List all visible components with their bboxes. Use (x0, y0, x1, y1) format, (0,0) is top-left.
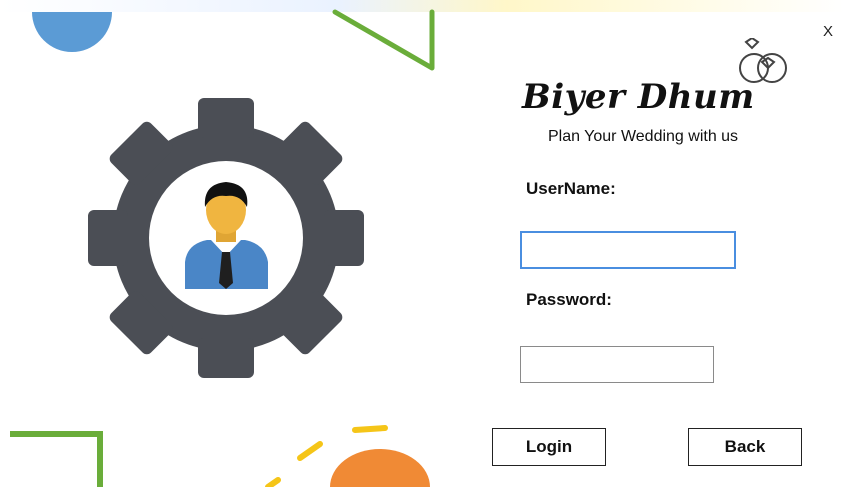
username-label: UserName: (526, 179, 616, 198)
login-button[interactable]: Login (492, 428, 606, 466)
back-button[interactable]: Back (688, 428, 802, 466)
app-tagline: Plan Your Wedding with us (548, 128, 739, 145)
password-label: Password: (526, 290, 612, 309)
app-logo-title: Biyer Dhum (522, 77, 755, 117)
username-field[interactable] (520, 231, 736, 269)
close-button[interactable]: X (820, 22, 836, 42)
password-field[interactable] (520, 346, 714, 383)
